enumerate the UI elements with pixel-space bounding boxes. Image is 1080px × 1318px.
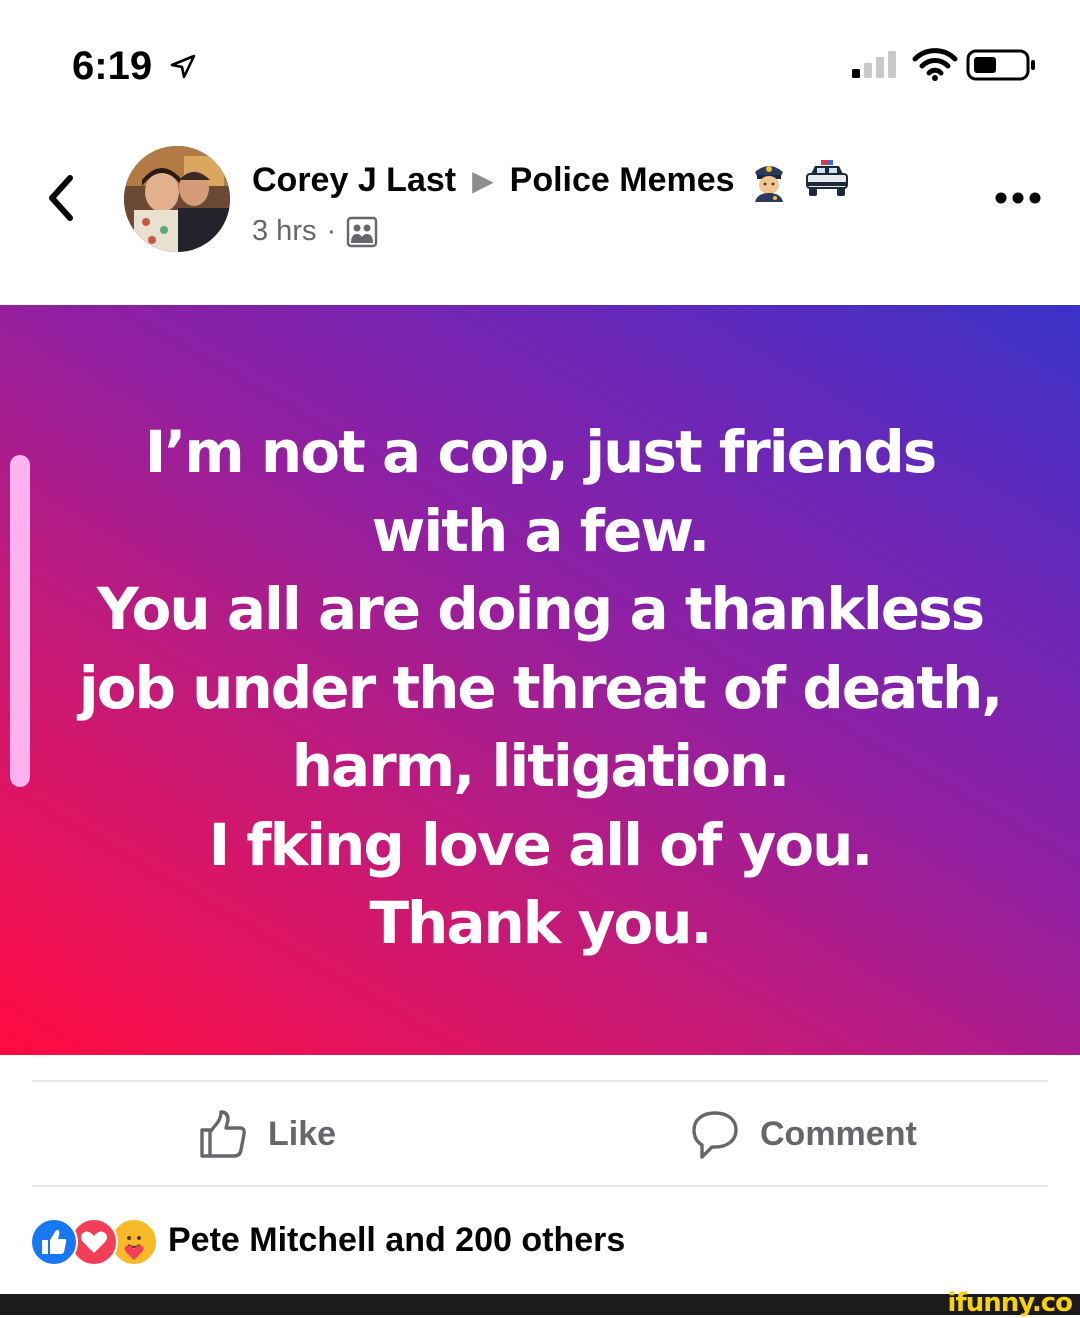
cellular-signal-icon	[852, 51, 896, 78]
post-title: Corey J Last ▶ Police Memes	[252, 158, 851, 202]
group-name-link[interactable]: Police Memes	[510, 161, 735, 200]
post-body-line: with a few.	[371, 496, 710, 565]
avatar-photo	[124, 146, 230, 252]
status-time: 6:19	[72, 44, 153, 88]
reactions-count-text[interactable]: Pete Mitchell and 200 others	[168, 1221, 625, 1260]
ifunny-watermark: ifunny.co	[947, 1288, 1073, 1318]
like-button[interactable]: Like	[198, 1106, 336, 1162]
more-options-icon[interactable]	[994, 188, 1042, 208]
back-button[interactable]	[40, 170, 80, 226]
reaction-icons	[30, 1216, 158, 1266]
meta-separator: ·	[326, 215, 337, 247]
like-label: Like	[268, 1114, 337, 1153]
post-body-line: You all are doing a thankless	[96, 575, 985, 643]
post-body-line: job under the threat of death,	[78, 653, 1004, 722]
wifi-icon	[912, 48, 958, 81]
comment-bubble-icon	[692, 1111, 738, 1159]
divider-top	[32, 1080, 1048, 1082]
divider-bottom	[32, 1185, 1048, 1187]
battery-icon	[966, 49, 1035, 81]
post-body-line: harm, litigation.	[291, 732, 791, 800]
share-arrow-icon: ▶	[472, 164, 494, 196]
comment-label: Comment	[760, 1114, 917, 1153]
post-meta: 3 hrs ·	[252, 215, 378, 248]
reactions-summary[interactable]: Pete Mitchell and 200 others	[30, 1214, 625, 1266]
like-reaction-icon	[30, 1218, 78, 1266]
post-time[interactable]: 3 hrs	[252, 215, 316, 248]
status-bar: 6:19	[0, 0, 1080, 130]
thumbs-up-icon	[200, 1110, 246, 1158]
watermark-bar: ifunny.co	[0, 1288, 1080, 1318]
comment-button[interactable]: Comment	[690, 1106, 917, 1162]
author-avatar[interactable]	[124, 146, 230, 252]
post-body-line: I’m not a cop, just friends	[144, 418, 938, 486]
post-text-background[interactable]: I’m not a cop, just friends with a few. …	[0, 305, 1080, 1055]
group-audience-icon	[346, 216, 378, 247]
author-name-link[interactable]: Corey J Last	[252, 161, 456, 200]
scroll-indicator[interactable]	[10, 455, 30, 787]
post-body-line: Thank you.	[369, 889, 712, 957]
location-arrow-icon	[170, 54, 196, 79]
police-officer-icon	[754, 166, 783, 202]
post-body-line: I fking love all of you.	[208, 810, 874, 879]
police-car-icon	[805, 160, 848, 196]
post-body: I’m not a cop, just friends with a few. …	[0, 413, 1080, 963]
